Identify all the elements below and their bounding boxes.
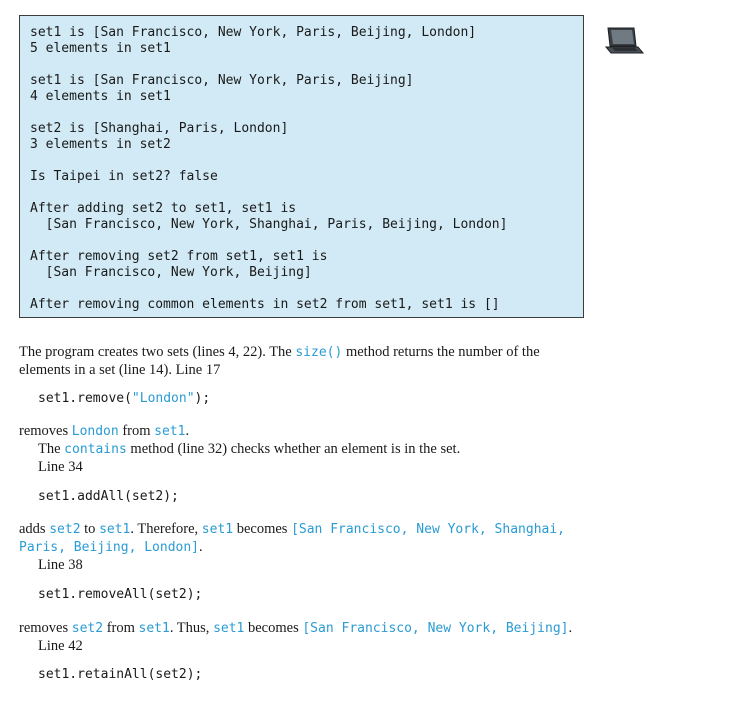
paragraph-contains: The contains method (line 32) checks whe… <box>38 441 461 457</box>
console-output: set1 is [San Francisco, New York, Paris,… <box>19 15 584 318</box>
console-line: 3 elements in set2 <box>30 137 171 152</box>
paragraph-removes-set2: removes set2 from set1. Thus, set1 becom… <box>19 620 573 636</box>
line-ref-38: Line 38 <box>38 557 83 573</box>
console-line: 4 elements in set1 <box>30 89 171 104</box>
console-line: [San Francisco, New York, Beijing] <box>30 265 312 280</box>
paragraph-intro: The program creates two sets (lines 4, 2… <box>19 344 540 360</box>
line-ref-34: Line 34 <box>38 459 83 475</box>
code-addall: set1.addAll(set2); <box>38 489 179 504</box>
paragraph-adds-line2: Paris, Beijing, London]. <box>19 539 203 555</box>
line-ref-42: Line 42 <box>38 638 83 654</box>
console-line: [San Francisco, New York, Shanghai, Pari… <box>30 217 508 232</box>
console-line: After removing set2 from set1, set1 is <box>30 249 328 264</box>
paragraph-removes-london: removes London from set1. <box>19 423 190 439</box>
laptop-icon <box>604 27 644 54</box>
code-remove-london: set1.remove("London"); <box>38 391 211 406</box>
console-line: After removing common elements in set2 f… <box>30 297 500 312</box>
console-line: Is Taipei in set2? false <box>30 169 218 184</box>
console-line: 5 elements in set1 <box>30 41 171 56</box>
code-removeall: set1.removeAll(set2); <box>38 587 203 602</box>
console-line: set2 is [Shanghai, Paris, London] <box>30 121 289 136</box>
console-line: After adding set2 to set1, set1 is <box>30 201 297 216</box>
console-line: set1 is [San Francisco, New York, Paris,… <box>30 25 477 40</box>
paragraph-intro-line2: elements in a set (line 14). Line 17 <box>19 362 221 378</box>
code-retainall: set1.retainAll(set2); <box>38 667 203 682</box>
console-line: set1 is [San Francisco, New York, Paris,… <box>30 73 414 88</box>
paragraph-adds: adds set2 to set1. Therefore, set1 becom… <box>19 521 565 537</box>
